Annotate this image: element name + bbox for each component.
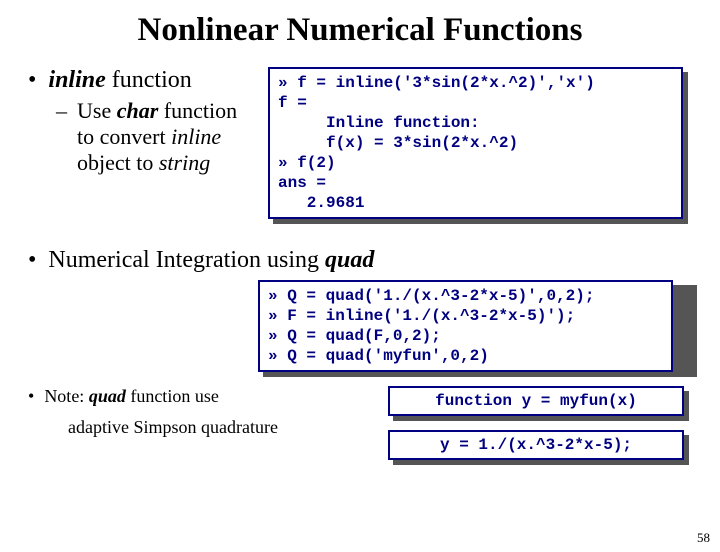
note-line2: adaptive Simpson quadrature	[68, 417, 388, 438]
codebox-quad-example: » Q = quad('1./(x.^3-2*x-5)',0,2); » F =…	[258, 280, 673, 372]
bullet3-text: Numerical Integration using quad	[48, 247, 374, 274]
codebox1-wrapper: » f = inline('3*sin(2*x.^2)','x') f = In…	[268, 67, 683, 219]
page-number: 58	[697, 530, 710, 546]
np2: quad	[89, 386, 126, 406]
section-numerical-integration: • Numerical Integration using quad » Q =…	[28, 247, 692, 372]
b2p4: inline	[171, 124, 221, 149]
page-title: Nonlinear Numerical Functions	[0, 12, 720, 49]
codebox-function-body: y = 1./(x.^3-2*x-5);	[388, 430, 684, 460]
codebox2-wrapper: » Q = quad('1./(x.^3-2*x-5)',0,2); » F =…	[258, 280, 692, 372]
content-area: • inline function – Use char function to…	[0, 67, 720, 460]
bullet2-text: Use char function to convert inline obje…	[77, 98, 256, 176]
b2p5: object to	[77, 150, 159, 175]
top-left-column: • inline function – Use char function to…	[28, 67, 268, 176]
b3p1: Numerical Integration using	[48, 247, 325, 273]
bullet1-text: inline function	[48, 67, 191, 94]
codebox4-wrapper: y = 1./(x.^3-2*x-5);	[388, 430, 684, 460]
codebox3-wrapper: function y = myfun(x)	[388, 386, 684, 416]
bottom-row: • Note: quad function use adaptive Simps…	[28, 386, 692, 460]
bullet-inline-function: • inline function	[28, 67, 268, 94]
np1: Note:	[44, 386, 89, 406]
b2p1: Use	[77, 98, 117, 123]
bullet-use-char: – Use char function to convert inline ob…	[56, 98, 256, 176]
bullet-dash: –	[56, 98, 67, 124]
bullet-dot: •	[28, 67, 36, 94]
note-column: • Note: quad function use adaptive Simps…	[28, 386, 388, 438]
b3p2: quad	[325, 247, 374, 273]
top-section: • inline function – Use char function to…	[28, 67, 692, 219]
b2p2: char	[117, 98, 159, 123]
bullet-note: • Note: quad function use	[28, 386, 388, 407]
b2p6: string	[159, 150, 210, 175]
note-text: Note: quad function use	[44, 386, 219, 407]
right-codeboxes: function y = myfun(x) y = 1./(x.^3-2*x-5…	[388, 386, 684, 460]
codebox-inline-example: » f = inline('3*sin(2*x.^2)','x') f = In…	[268, 67, 683, 219]
bullet-dot: •	[28, 247, 36, 274]
bullet1-inline-word: inline	[48, 67, 105, 93]
bullet1-suffix: function	[106, 67, 192, 93]
bullet-dot: •	[28, 386, 34, 407]
bullet-numerical-integration: • Numerical Integration using quad	[28, 247, 692, 274]
codebox-function-decl: function y = myfun(x)	[388, 386, 684, 416]
np3: function use	[126, 386, 219, 406]
